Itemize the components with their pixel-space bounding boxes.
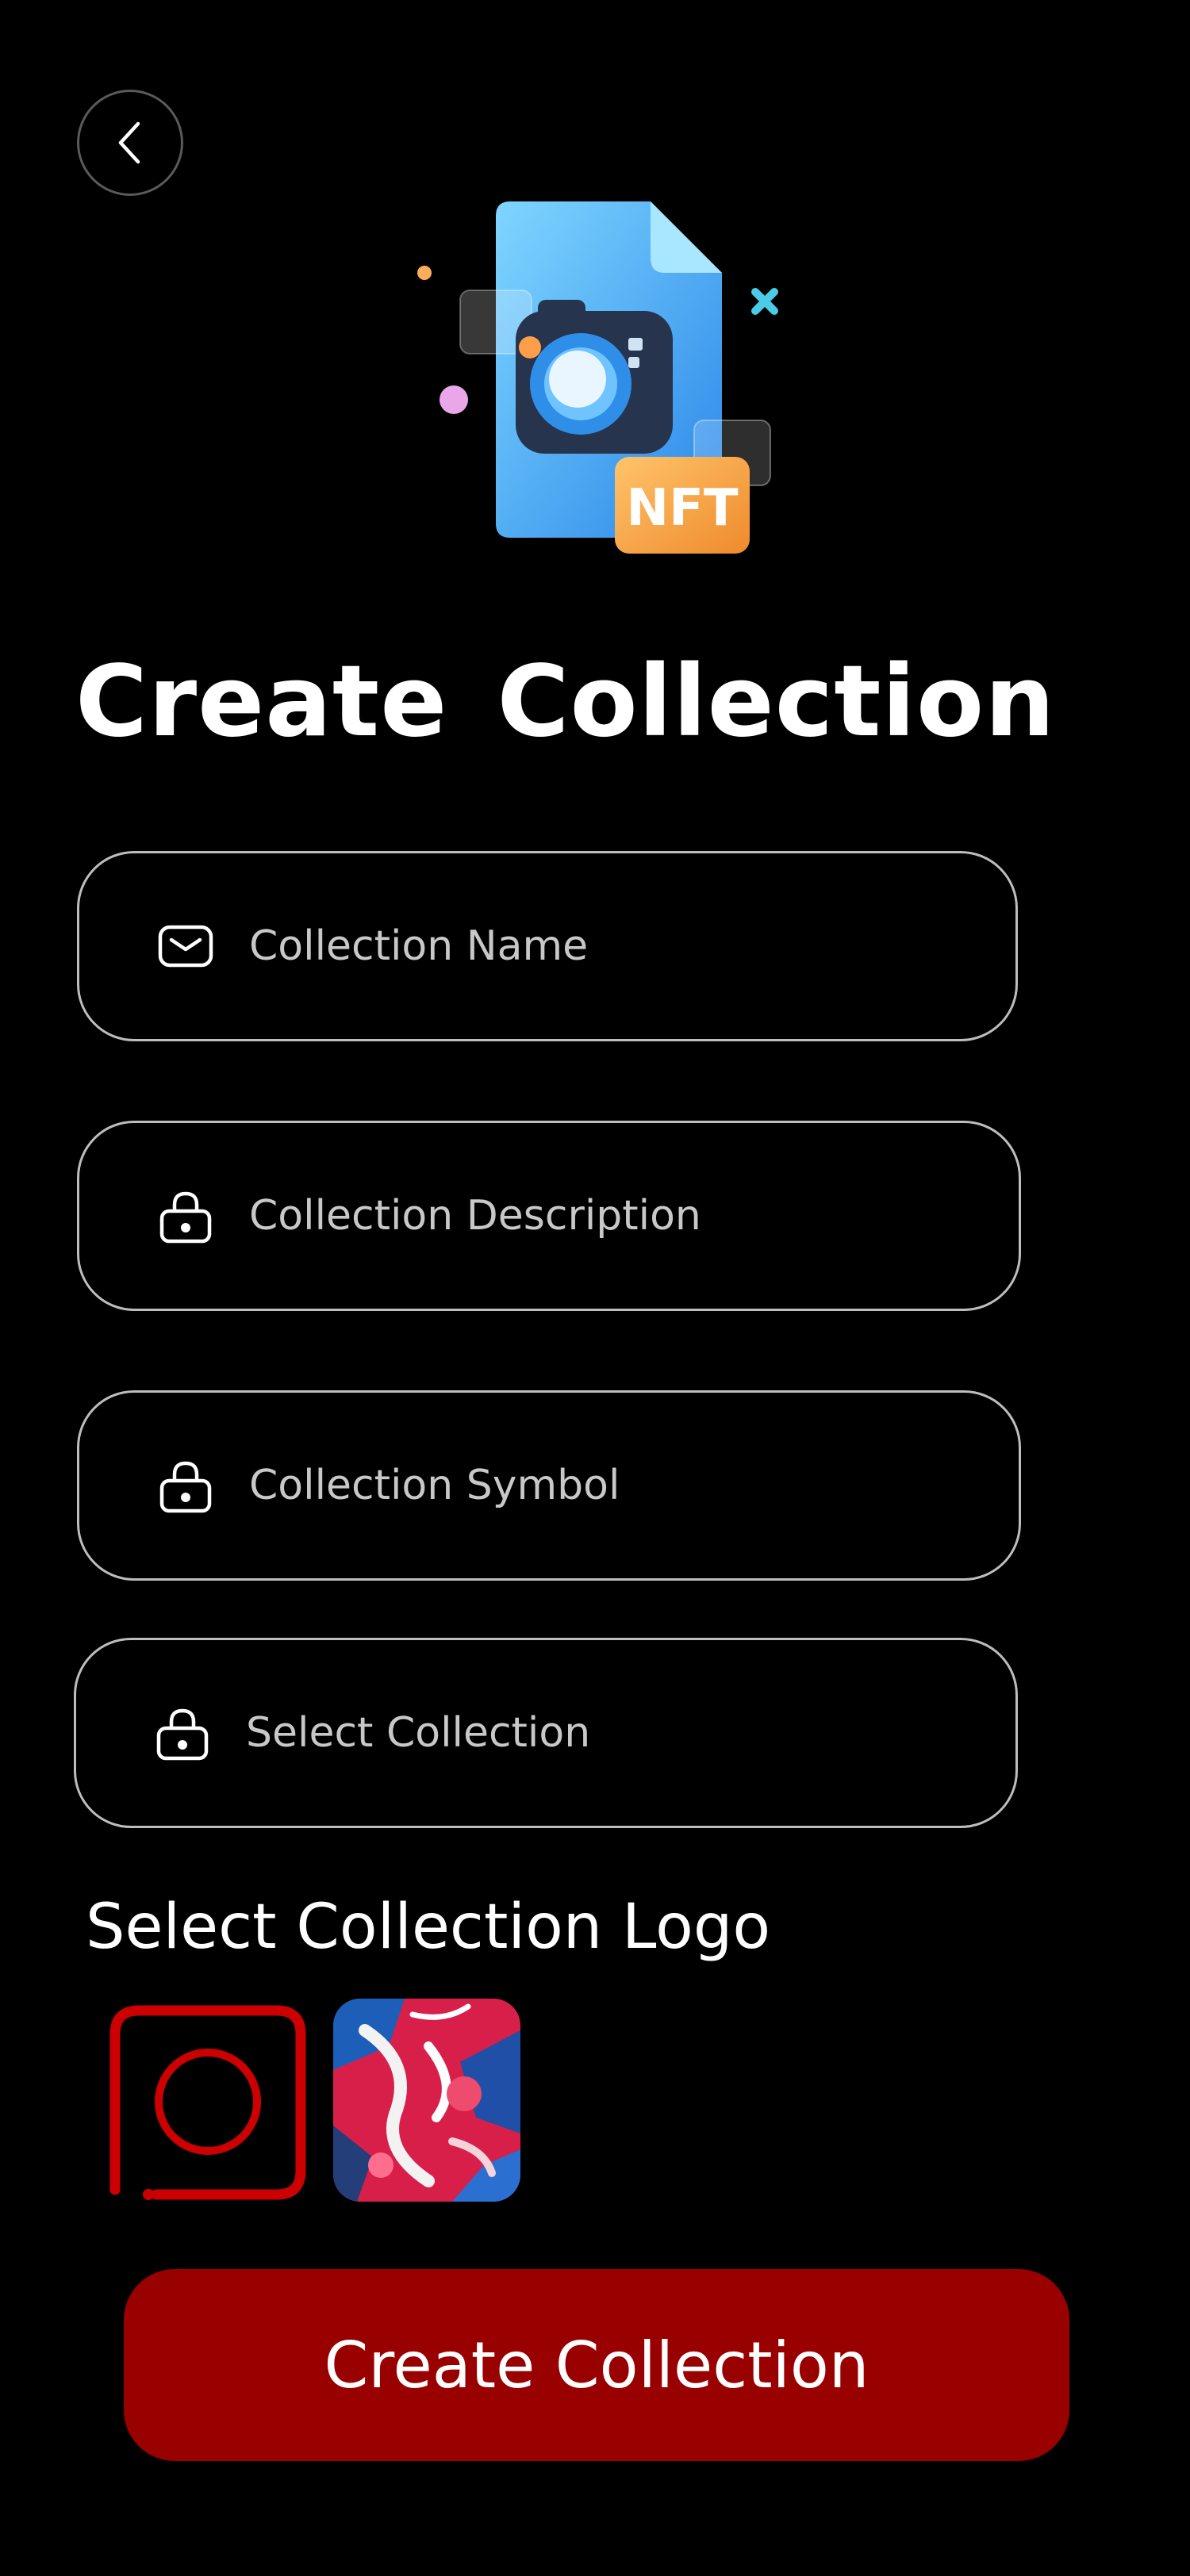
lock-icon (159, 1191, 212, 1244)
nft-badge-text: NFT (627, 479, 739, 538)
logo-upload-button[interactable] (107, 2003, 309, 2202)
chevron-left-icon (118, 121, 140, 164)
sparkle-dot (417, 266, 432, 280)
select-logo-label: Select Collection Logo (86, 1892, 771, 1963)
collection-symbol-input[interactable] (249, 1462, 987, 1509)
collection-description-input[interactable] (249, 1192, 987, 1240)
collection-name-input[interactable] (249, 922, 984, 970)
lock-icon (156, 1708, 209, 1761)
select-collection-field[interactable] (74, 1638, 1018, 1828)
collection-symbol-field[interactable] (77, 1390, 1021, 1581)
page-title: Create Collection (75, 645, 1056, 759)
lock-icon (159, 1461, 212, 1513)
mail-icon (158, 925, 213, 968)
abstract-art-thumbnail[interactable] (333, 1999, 520, 2202)
collection-description-field[interactable] (77, 1121, 1021, 1311)
nft-camera-file-illustration: NFT (405, 190, 801, 571)
collection-name-field[interactable] (77, 851, 1018, 1041)
create-collection-button[interactable]: Create Collection (124, 2269, 1069, 2461)
sparkle-x-icon (751, 288, 778, 315)
back-button[interactable] (77, 90, 183, 196)
circle-upload-icon (109, 2005, 306, 2200)
select-collection-input[interactable] (246, 1709, 984, 1757)
sparkle-dot (440, 385, 468, 414)
